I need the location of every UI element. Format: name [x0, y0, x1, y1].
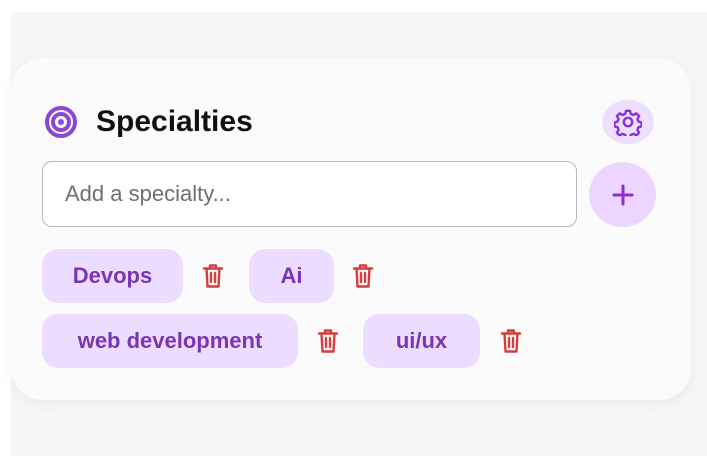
delete-specialty-button[interactable]: [498, 325, 524, 357]
add-specialty-button[interactable]: [589, 162, 656, 227]
specialty-row: Devops Ai: [42, 249, 376, 303]
specialty-input-field[interactable]: [42, 161, 577, 227]
settings-button[interactable]: [602, 100, 654, 144]
specialties-title: Specialties: [96, 105, 253, 138]
trash-icon: [202, 264, 224, 288]
gear-icon: [614, 109, 642, 136]
specialty-chip[interactable]: Devops: [42, 249, 183, 303]
target-icon: [45, 106, 77, 138]
delete-specialty-button[interactable]: [200, 260, 226, 292]
delete-specialty-button[interactable]: [350, 260, 376, 292]
trash-icon: [317, 329, 339, 353]
specialty-row: web development ui/ux: [42, 314, 524, 368]
trash-icon: [352, 264, 374, 288]
specialties-header: Specialties: [44, 100, 656, 144]
specialty-input[interactable]: [43, 162, 576, 226]
plus-icon: [612, 184, 633, 205]
specialty-chip[interactable]: web development: [42, 314, 298, 368]
delete-specialty-button[interactable]: [315, 325, 341, 357]
specialty-chip[interactable]: ui/ux: [363, 314, 480, 368]
specialty-chip[interactable]: Ai: [249, 249, 334, 303]
trash-icon: [500, 329, 522, 353]
